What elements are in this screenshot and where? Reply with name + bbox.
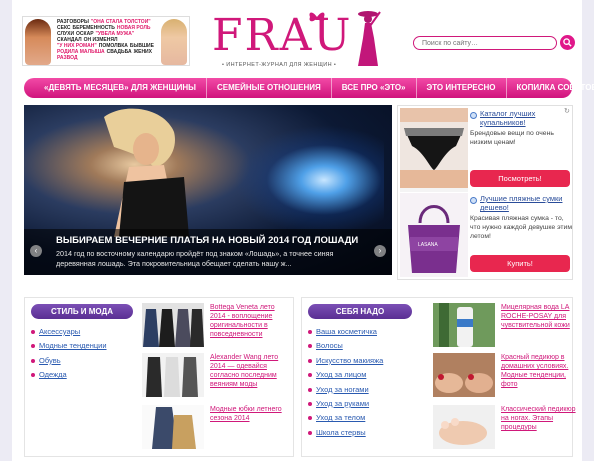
category-link[interactable]: Обувь: [31, 355, 107, 369]
category-link[interactable]: Уход за лицом: [308, 369, 383, 383]
bag-brand: LASANA: [418, 242, 438, 248]
search-button[interactable]: [560, 35, 575, 50]
site-logo[interactable]: FRAU • ИНТЕРНЕТ-ЖУРНАЛ ДЛЯ ЖЕНЩИН •: [208, 8, 386, 74]
logo-text: FRAU: [212, 10, 353, 61]
beach-bag-image: LASANA: [400, 193, 468, 277]
featured-slider[interactable]: Выбираем вечерние платья на новый 2014 г…: [24, 105, 392, 275]
article-item[interactable]: Красный педикюр в домашних условиях. Мод…: [433, 353, 573, 399]
article-link[interactable]: Красный педикюр в домашних условиях. Мод…: [501, 353, 577, 389]
sparkles-decoration: [234, 125, 384, 235]
celebrity-gossip-banner[interactable]: Разговоры "Она стала толстой"Секс Беременн…: [22, 16, 190, 66]
slide-title[interactable]: Выбираем вечерние платья на новый 2014 г…: [56, 235, 362, 246]
slide-text: 2014 год по восточному календарю пройдёт…: [56, 249, 334, 268]
category-link[interactable]: Школа стервы: [308, 427, 383, 441]
nav-item-all-about-it[interactable]: Все про «это»: [332, 78, 417, 98]
category-link[interactable]: Уход за телом: [308, 412, 383, 426]
nav-item-tips[interactable]: Копилка советов: [507, 78, 594, 98]
slider-next-button[interactable]: ›: [374, 245, 386, 257]
article-item[interactable]: Мицелярная вода LA ROCHE-POSAY для чувст…: [433, 303, 573, 349]
category-link[interactable]: Модные тенденции: [31, 340, 107, 354]
category-link[interactable]: Одежда: [31, 369, 107, 383]
model-photo: [104, 108, 189, 237]
article-item[interactable]: Alexander Wang лето 2014 — одевайся согл…: [142, 353, 282, 399]
search-input[interactable]: [413, 36, 557, 50]
ad-icon: [470, 112, 477, 119]
nav-item-nine-months[interactable]: «Девять месяцев» для женщины: [24, 78, 207, 98]
category-link[interactable]: Аксессуары: [31, 326, 107, 340]
banner-word: Свадьба: [106, 49, 132, 55]
ad-description: Красивая пляжная сумка - то, что нужно к…: [470, 215, 573, 240]
article-thumbnail: [433, 303, 495, 347]
butterfly-icon: [309, 12, 325, 22]
ad-title[interactable]: Лучшие пляжные сумки дешево!: [480, 194, 570, 212]
category-link[interactable]: Искусство макияжа: [308, 355, 383, 369]
article-thumbnail: [433, 405, 495, 449]
banner-words: Разговоры "Она стала толстой"Секс Беременн…: [57, 19, 159, 65]
slide-caption: Выбираем вечерние платья на новый 2014 г…: [24, 229, 392, 275]
category-link[interactable]: Уход за руками: [308, 398, 383, 412]
banner-word: Развод: [57, 55, 78, 61]
swimsuit-image: [400, 108, 468, 192]
ad-description: Брендовые вещи по очень низким ценам!: [470, 130, 554, 146]
woman-photo-right: [161, 19, 187, 65]
article-thumbnail: [142, 303, 204, 347]
search-icon: [563, 38, 572, 47]
article-link[interactable]: Alexander Wang лето 2014 — одевайся согл…: [210, 353, 286, 389]
ad-beach-bags[interactable]: LASANA Лучшие пляжные сумки дешево! Крас…: [398, 193, 574, 279]
ad-buy-button[interactable]: Купить!: [470, 255, 570, 272]
article-item[interactable]: Классический педикюр на ногах. Этапы про…: [433, 405, 576, 451]
nav-item-interesting[interactable]: Это интересно: [417, 78, 507, 98]
category-link[interactable]: Ваша косметичка: [308, 326, 383, 340]
style-section: Стиль и мода Аксессуары Модные тенденции…: [24, 297, 294, 457]
ad-swimsuits[interactable]: Каталог лучших купальников! Брендовые ве…: [398, 106, 574, 192]
woman-photo-left: [25, 19, 51, 65]
article-link[interactable]: Bottega Veneta лето 2014 - воплощение ор…: [210, 303, 286, 339]
page: Разговоры "Она стала толстой"Секс Беременн…: [12, 0, 594, 461]
category-link[interactable]: Уход за ногами: [308, 384, 383, 398]
section-title[interactable]: Стиль и мода: [31, 304, 133, 319]
article-item[interactable]: Bottega Veneta лето 2014 - воплощение ор…: [142, 303, 282, 349]
self-love-section: Себя надо любить Ваша косметичка Волосы …: [301, 297, 576, 457]
woman-silhouette-icon: [358, 11, 381, 66]
slider-prev-button[interactable]: ‹: [30, 245, 42, 257]
nav-item-family-relations[interactable]: Семейные отношения: [207, 78, 332, 98]
ad-title[interactable]: Каталог лучших купальников!: [480, 109, 570, 127]
main-nav: «Девять месяцев» для женщины Семейные от…: [24, 78, 594, 98]
section-title[interactable]: Себя надо любить: [308, 304, 412, 331]
article-thumbnail: [142, 405, 204, 449]
logo-subtitle: • ИНТЕРНЕТ-ЖУРНАЛ ДЛЯ ЖЕНЩИН •: [222, 62, 337, 68]
ad-icon: [470, 197, 477, 204]
ad-block: ⊘ ↻ Каталог лучших купальников! Брендовы…: [397, 105, 573, 280]
article-link[interactable]: Классический педикюр на ногах. Этапы про…: [501, 405, 577, 432]
love-categories: Ваша косметичка Волосы Искусство макияжа…: [308, 326, 383, 441]
article-thumbnail: [142, 353, 204, 397]
style-categories: Аксессуары Модные тенденции Обувь Одежда: [31, 326, 107, 384]
ad-view-button[interactable]: Посмотреть!: [470, 170, 570, 187]
category-link[interactable]: Волосы: [308, 340, 383, 354]
article-thumbnail: [433, 353, 495, 397]
banner-word: Жених: [133, 49, 152, 55]
article-item[interactable]: Модные юбки летнего сезона 2014: [142, 405, 282, 451]
article-link[interactable]: Модные юбки летнего сезона 2014: [210, 405, 286, 423]
article-link[interactable]: Мицелярная вода LA ROCHE-POSAY для чувст…: [501, 303, 577, 330]
